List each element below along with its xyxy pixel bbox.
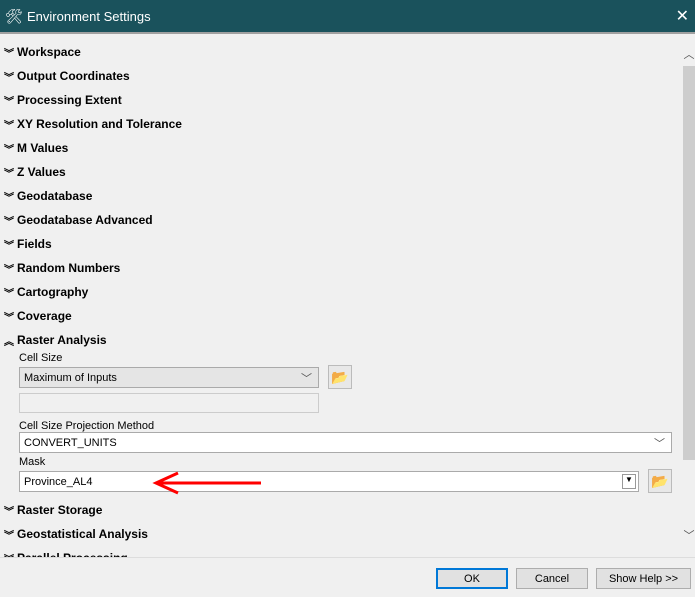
section-coverage[interactable]: ︾ Coverage [4, 307, 72, 325]
chevron-down-icon: ︾ [4, 288, 14, 300]
chevron-up-icon: ︽ [4, 336, 14, 348]
mask-value: Province_AL4 [24, 475, 93, 488]
section-z-values[interactable]: ︾ Z Values [4, 163, 66, 181]
section-parallel-processing[interactable]: ︾Parallel Processing [4, 549, 128, 557]
title-bar: 🛠 Environment Settings ✕ [0, 0, 695, 32]
projection-select[interactable]: CONVERT_UNITS ﹀ [19, 432, 672, 453]
section-m-values[interactable]: ︾ M Values [4, 139, 68, 157]
annotation-arrow [152, 471, 261, 495]
scrollbar-thumb[interactable] [683, 66, 695, 460]
section-label: Raster Storage [17, 503, 103, 517]
chevron-down-icon: ︾ [4, 96, 14, 108]
section-label: Output Coordinates [17, 69, 130, 83]
chevron-down-icon: ︾ [4, 530, 14, 542]
close-icon[interactable]: ✕ [676, 6, 689, 26]
show-help-button[interactable]: Show Help >> [596, 568, 691, 589]
chevron-down-icon: ︾ [4, 216, 14, 228]
section-label: Coverage [17, 309, 72, 323]
section-label: Random Numbers [17, 261, 121, 275]
mask-combobox[interactable]: Province_AL4 ▼ [19, 471, 639, 492]
cancel-button[interactable]: Cancel [516, 568, 588, 589]
section-processing-extent[interactable]: ︾ Processing Extent [4, 91, 122, 109]
section-cartography[interactable]: ︾ Cartography [4, 283, 88, 301]
window-title: Environment Settings [27, 8, 151, 24]
chevron-down-icon: ︾ [4, 144, 14, 156]
section-label: Fields [17, 237, 52, 251]
chevron-down-icon: ︾ [4, 192, 14, 204]
section-output-coordinates[interactable]: ︾ Output Coordinates [4, 67, 130, 85]
settings-panel: ︽ Raster Analysis Cell Size Maximum of In… [0, 34, 683, 557]
projection-value: CONVERT_UNITS [24, 436, 117, 449]
chevron-down-icon: ︾ [4, 506, 14, 518]
section-random-numbers[interactable]: ︾ Random Numbers [4, 259, 120, 277]
scroll-up-icon[interactable]: ︿ [683, 46, 695, 62]
section-raster-analysis[interactable]: ︽ Raster Analysis [4, 331, 107, 349]
chevron-down-icon: ︾ [4, 120, 14, 132]
section-geostatistical-analysis[interactable]: ︾ Geostatistical Analysis [4, 525, 148, 543]
dropdown-arrow-icon[interactable]: ▼ [622, 474, 636, 489]
folder-browse-icon[interactable]: 📂 [648, 469, 672, 493]
section-label: M Values [17, 141, 69, 155]
chevron-down-icon: ︾ [4, 240, 14, 252]
section-label: Geodatabase Advanced [17, 213, 153, 227]
section-label: Processing Extent [17, 93, 122, 107]
footer [0, 557, 695, 597]
section-workspace[interactable]: ︾ Workspace [4, 43, 81, 61]
chevron-down-icon: ︾ [4, 168, 14, 180]
section-label: Geodatabase [17, 189, 93, 203]
mask-label: Mask [19, 456, 46, 468]
cell-size-label: Cell Size [19, 352, 63, 364]
section-label: XY Resolution and Tolerance [17, 117, 182, 131]
cell-size-select[interactable]: Maximum of Inputs ﹀ [19, 367, 319, 388]
section-geodatabase[interactable]: ︾ Geodatabase [4, 187, 92, 205]
tools-icon: 🛠 [5, 7, 23, 24]
chevron-down-icon: ︾ [4, 264, 14, 276]
section-label: Cartography [17, 285, 89, 299]
chevron-down-icon: ﹀ [654, 437, 665, 450]
section-geodatabase-advanced[interactable]: ︾ Geodatabase Advanced [4, 211, 153, 229]
chevron-down-icon: ﹀ [301, 372, 312, 385]
projection-label: Cell Size Projection Method [19, 420, 155, 432]
section-label: Workspace [17, 45, 81, 59]
folder-browse-icon[interactable]: 📂 [328, 365, 352, 389]
section-label: Geostatistical Analysis [17, 527, 148, 541]
chevron-down-icon: ︾ [4, 72, 14, 84]
cell-size-value: Maximum of Inputs [24, 371, 117, 384]
section-label: Raster Analysis [17, 333, 107, 347]
chevron-down-icon: ︾ [4, 312, 14, 324]
ok-button[interactable]: OK [436, 568, 508, 589]
cell-size-input[interactable] [19, 393, 319, 413]
section-xy-resolution-and-tolerance[interactable]: ︾ XY Resolution and Tolerance [4, 115, 182, 133]
chevron-down-icon: ︾ [4, 48, 14, 60]
section-raster-storage[interactable]: ︾ Raster Storage [4, 501, 102, 519]
section-fields[interactable]: ︾ Fields [4, 235, 52, 253]
scroll-down-icon[interactable]: ﹀ [683, 527, 695, 543]
section-label: Z Values [17, 165, 66, 179]
